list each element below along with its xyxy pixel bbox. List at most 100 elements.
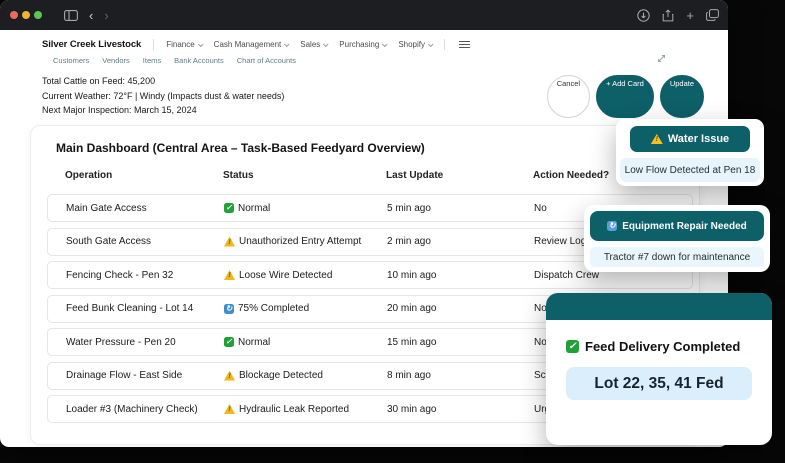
current-weather-text: Current Weather: 72°F | Windy (Impacts d… bbox=[42, 90, 285, 101]
downloads-icon[interactable] bbox=[637, 8, 651, 22]
add-card-button[interactable]: + Add Card bbox=[596, 75, 654, 118]
operation-cell: South Gate Access bbox=[66, 236, 152, 247]
column-last-update: Last Update bbox=[386, 170, 444, 181]
expand-icon[interactable] bbox=[656, 51, 667, 69]
total-cattle-text: Total Cattle on Feed: 45,200 bbox=[42, 76, 156, 86]
status-text: 75% Completed bbox=[238, 303, 310, 314]
warning-icon: ! bbox=[224, 404, 235, 414]
table-header: Operation Status Last Update Action Need… bbox=[31, 155, 699, 181]
last-update-cell: 20 min ago bbox=[387, 303, 437, 314]
subnav-item-customers[interactable]: Customers bbox=[53, 56, 89, 65]
divider bbox=[444, 39, 445, 50]
chevron-down-icon bbox=[382, 40, 388, 47]
warning-icon: ! bbox=[650, 134, 663, 144]
sub-navigation: Customers Vendors Items Bank Accounts Ch… bbox=[0, 50, 728, 65]
nav-item-cash-management[interactable]: Cash Management bbox=[213, 40, 290, 49]
nav-item-sales[interactable]: Sales bbox=[300, 40, 329, 49]
subnav-item-bank-accounts[interactable]: Bank Accounts bbox=[174, 56, 224, 65]
operation-cell: Main Gate Access bbox=[66, 202, 147, 214]
subnav-item-vendors[interactable]: Vendors bbox=[102, 56, 130, 65]
status-cell: ! Hydraulic Leak Reported bbox=[224, 404, 387, 415]
app-header: Silver Creek Livestock Finance Cash Mana… bbox=[0, 30, 728, 50]
chevron-down-icon bbox=[323, 40, 329, 47]
nav-item-finance[interactable]: Finance bbox=[166, 40, 204, 49]
sidebar-toggle-icon[interactable] bbox=[64, 9, 78, 21]
status-text: Loose Wire Detected bbox=[239, 269, 333, 281]
card-header-bar bbox=[546, 293, 772, 320]
last-update-cell: 30 min ago bbox=[387, 403, 437, 415]
nav-label: Cash Management bbox=[213, 40, 282, 49]
last-update-cell: 10 min ago bbox=[387, 269, 437, 281]
status-cell: ✓ Normal bbox=[224, 203, 387, 214]
water-issue-title: Water Issue bbox=[667, 133, 730, 145]
last-update-cell: 15 min ago bbox=[387, 336, 437, 348]
status-cell: ✓ Normal bbox=[224, 337, 387, 348]
update-button[interactable]: Update bbox=[659, 75, 704, 118]
column-operation: Operation bbox=[65, 170, 113, 181]
next-inspection-text: Next Major Inspection: March 15, 2024 bbox=[42, 105, 197, 115]
status-cell: ! Unauthorized Entry Attempt bbox=[224, 236, 387, 247]
window-controls bbox=[10, 11, 42, 19]
equipment-repair-detail: Tractor #7 down for maintenance bbox=[590, 247, 764, 267]
feed-delivery-title: Feed Delivery Completed bbox=[585, 339, 741, 354]
chevron-down-icon bbox=[284, 40, 290, 47]
nav-label: Finance bbox=[166, 40, 195, 49]
nav-label: Shopify bbox=[398, 40, 425, 49]
summary-section: Total Cattle on Feed: 45,200 Current Wea… bbox=[0, 65, 728, 118]
warning-icon: ! bbox=[224, 270, 235, 280]
equipment-repair-title: Equipment Repair Needed bbox=[622, 220, 747, 232]
status-cell: ↻ 75% Completed bbox=[224, 303, 387, 314]
tab-overview-icon[interactable] bbox=[706, 9, 719, 21]
forward-icon[interactable]: › bbox=[104, 9, 108, 22]
subnav-item-items[interactable]: Items bbox=[143, 56, 161, 65]
close-window-icon[interactable] bbox=[10, 11, 18, 19]
last-update-cell: 2 min ago bbox=[387, 236, 431, 247]
nav-item-purchasing[interactable]: Purchasing bbox=[339, 40, 388, 49]
brand-title: Silver Creek Livestock bbox=[42, 39, 142, 50]
column-status: Status bbox=[223, 170, 254, 181]
water-issue-button[interactable]: ! Water Issue bbox=[630, 126, 750, 152]
warning-icon: ! bbox=[224, 236, 235, 247]
maximize-window-icon[interactable] bbox=[34, 11, 42, 19]
feed-delivery-lots-badge: Lot 22, 35, 41 Fed bbox=[566, 367, 752, 400]
refresh-icon: ↻ bbox=[224, 303, 234, 314]
last-update-cell: 5 min ago bbox=[387, 202, 431, 214]
new-tab-icon[interactable]: + bbox=[686, 9, 694, 22]
nav-label: Sales bbox=[300, 40, 321, 49]
operation-cell: Drainage Flow - East Side bbox=[66, 370, 183, 381]
status-cell: ! Blockage Detected bbox=[224, 370, 387, 381]
chevron-down-icon bbox=[197, 40, 204, 47]
check-icon: ✓ bbox=[224, 203, 234, 213]
nav-label: Purchasing bbox=[339, 40, 380, 49]
subnav-item-chart-of-accounts[interactable]: Chart of Accounts bbox=[237, 56, 296, 65]
water-issue-detail: Low Flow Detected at Pen 18 bbox=[620, 158, 760, 182]
last-update-cell: 8 min ago bbox=[387, 370, 431, 381]
status-text: Normal bbox=[238, 336, 271, 348]
operation-cell: Loader #3 (Machinery Check) bbox=[66, 403, 198, 415]
check-icon: ✓ bbox=[566, 340, 579, 353]
warning-icon: ! bbox=[224, 370, 235, 381]
check-icon: ✓ bbox=[224, 337, 234, 347]
equipment-repair-button[interactable]: ↻ Equipment Repair Needed bbox=[590, 211, 764, 241]
status-text: Hydraulic Leak Reported bbox=[239, 403, 350, 415]
operation-cell: Feed Bunk Cleaning - Lot 14 bbox=[66, 303, 194, 314]
status-text: Unauthorized Entry Attempt bbox=[239, 236, 362, 247]
cancel-button[interactable]: Cancel bbox=[546, 75, 591, 118]
back-icon[interactable]: ‹ bbox=[89, 9, 93, 22]
browser-titlebar: ‹ › + bbox=[0, 0, 728, 30]
status-text: Blockage Detected bbox=[239, 370, 323, 381]
water-issue-card: ! Water Issue Low Flow Detected at Pen 1… bbox=[616, 119, 764, 186]
equipment-repair-card: ↻ Equipment Repair Needed Tractor #7 dow… bbox=[584, 205, 770, 272]
feed-delivery-card: ✓ Feed Delivery Completed Lot 22, 35, 41… bbox=[546, 293, 772, 445]
menu-icon[interactable] bbox=[459, 40, 470, 49]
share-icon[interactable] bbox=[662, 8, 674, 22]
nav-item-shopify[interactable]: Shopify bbox=[398, 40, 434, 49]
status-cell: ! Loose Wire Detected bbox=[224, 270, 387, 281]
divider bbox=[153, 39, 155, 50]
operation-cell: Water Pressure - Pen 20 bbox=[66, 336, 176, 348]
operation-cell: Fencing Check - Pen 32 bbox=[66, 269, 174, 281]
chevron-down-icon bbox=[427, 40, 434, 47]
page-title: Main Dashboard (Central Area – Task-Base… bbox=[56, 141, 425, 155]
status-text: Normal bbox=[238, 202, 271, 214]
minimize-window-icon[interactable] bbox=[22, 11, 30, 19]
